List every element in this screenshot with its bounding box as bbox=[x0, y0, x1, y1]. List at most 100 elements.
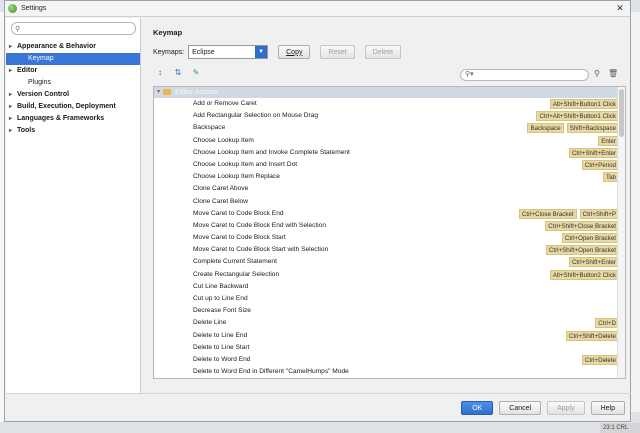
reset-button[interactable]: Reset bbox=[320, 45, 355, 59]
chevron-down-icon[interactable]: ▾ bbox=[157, 87, 160, 98]
action-row[interactable]: Choose Lookup Item Enter bbox=[154, 135, 625, 147]
action-name: Clone Caret Above bbox=[193, 185, 249, 193]
edit-pencil-icon[interactable]: ✎ bbox=[191, 68, 201, 78]
sidebar-item-keymap[interactable]: Keymap bbox=[6, 53, 140, 65]
action-row[interactable]: Delete to Line End Ctrl+Shift+Delete bbox=[154, 330, 625, 342]
action-rows: Add or Remove Caret Alt+Shift+Button1 Cli… bbox=[154, 98, 625, 378]
action-row[interactable]: Move Caret to Code Block End with Select… bbox=[154, 220, 625, 232]
shortcut-list: Ctrl+Shift+Enter bbox=[568, 257, 619, 268]
sidebar-item-tools[interactable]: ▸ Tools bbox=[6, 125, 140, 137]
action-row[interactable]: Cut Line Backward bbox=[154, 281, 625, 293]
action-name: Move Caret to Code Block Start bbox=[193, 234, 286, 242]
folder-icon bbox=[163, 89, 171, 95]
sidebar-item-plugins[interactable]: Plugins bbox=[6, 77, 140, 89]
app-icon bbox=[8, 4, 17, 13]
chevron-down-icon[interactable]: ▼ bbox=[255, 46, 268, 58]
action-row[interactable]: Cut up to Line End bbox=[154, 293, 625, 305]
settings-dialog: Settings ✕ ⚲ ▸ Appearance & Behavior Keyma… bbox=[4, 0, 631, 422]
scrollbar-thumb[interactable] bbox=[619, 89, 624, 137]
trash-icon[interactable]: 🗑 bbox=[608, 69, 618, 78]
ok-button[interactable]: OK bbox=[461, 401, 494, 415]
action-name: Choose Lookup Item bbox=[193, 136, 254, 144]
action-search-input[interactable]: ⚲▾ bbox=[460, 69, 589, 81]
keymap-toolbar: ↕ ⇅ ✎ bbox=[155, 68, 201, 78]
shortcut-badge: Shift+Backspace bbox=[566, 123, 619, 134]
shortcut-badge: Alt+Shift+Button1 Click bbox=[549, 99, 619, 109]
help-button[interactable]: Help bbox=[590, 401, 625, 415]
action-row[interactable]: Delete to Line Start bbox=[154, 342, 625, 354]
delete-button[interactable]: Delete bbox=[364, 45, 401, 59]
action-name: Move Caret to Code Block Start with Sele… bbox=[193, 246, 329, 254]
settings-sidebar: ⚲ ▸ Appearance & Behavior Keymap ▸ Editor Plu… bbox=[6, 18, 141, 393]
action-row[interactable]: Move Caret to Code Block Start Ctrl+Open … bbox=[154, 232, 625, 244]
shortcut-list: Ctrl+Delete bbox=[581, 354, 619, 365]
action-row[interactable]: Move Caret to Code Block End Ctrl+Close B… bbox=[154, 208, 625, 220]
title-bar: Settings ✕ bbox=[5, 1, 630, 17]
action-list: ▾ Editor Actions Add or Remove Caret Alt+… bbox=[153, 86, 626, 379]
delete-label: Delete bbox=[372, 48, 393, 56]
shortcut-list: Alt+Shift+Button2 Click bbox=[549, 269, 619, 280]
shortcut-badge: Ctrl+Delete bbox=[581, 354, 619, 365]
chevron-right-icon[interactable]: ▸ bbox=[9, 89, 12, 101]
chevron-right-icon[interactable]: ▸ bbox=[9, 65, 12, 77]
expand-all-icon[interactable]: ↕ bbox=[155, 68, 165, 78]
shortcut-badge: Enter bbox=[598, 135, 619, 146]
sidebar-item-version-control[interactable]: ▸ Version Control bbox=[6, 89, 140, 101]
cancel-button[interactable]: Cancel bbox=[499, 401, 542, 415]
settings-search[interactable]: ⚲ bbox=[11, 22, 136, 35]
action-row[interactable]: Create Rectangular Selection Alt+Shift+Bu… bbox=[154, 269, 625, 281]
shortcut-list: Ctrl+Shift+Open Bracket bbox=[545, 245, 619, 256]
collapse-all-icon[interactable]: ⇅ bbox=[173, 68, 183, 78]
window-title: Settings bbox=[21, 5, 47, 12]
dialog-footer: OK Cancel Apply Help bbox=[6, 393, 631, 422]
chevron-right-icon[interactable]: ▸ bbox=[9, 101, 12, 113]
keymap-select-value: Eclipse bbox=[192, 48, 215, 56]
action-name: Move Caret to Code Block End bbox=[193, 209, 284, 217]
action-row[interactable]: Add Rectangular Selection on Mouse Drag C… bbox=[154, 110, 625, 122]
action-name: Complete Current Statement bbox=[193, 258, 277, 266]
action-row[interactable]: Delete to Word End in Different "CamelHu… bbox=[154, 366, 625, 378]
action-row[interactable]: Decrease Font Size bbox=[154, 305, 625, 317]
sidebar-item-appearance-behavior[interactable]: ▸ Appearance & Behavior bbox=[6, 41, 140, 53]
action-row[interactable]: Choose Lookup Item and Insert Dot Ctrl+Pe… bbox=[154, 159, 625, 171]
shortcut-list: Ctrl+Close Bracket Ctrl+Shift+P bbox=[518, 208, 619, 219]
chevron-right-icon[interactable]: ▸ bbox=[9, 113, 12, 125]
chevron-right-icon[interactable]: ▸ bbox=[9, 41, 12, 53]
action-name: Add or Remove Caret bbox=[193, 100, 257, 107]
action-list-scrollbar[interactable] bbox=[617, 87, 625, 378]
action-row[interactable]: Move Caret to Code Block Start with Sele… bbox=[154, 244, 625, 256]
keymap-select[interactable]: Eclipse ▼ bbox=[188, 45, 269, 59]
action-row[interactable]: Add or Remove Caret Alt+Shift+Button1 Cli… bbox=[154, 98, 625, 110]
action-row[interactable]: Backspace Backspace Shift+Backspace bbox=[154, 122, 625, 134]
action-name: Choose Lookup Item Replace bbox=[193, 173, 280, 181]
sidebar-item-build-execution-deployment[interactable]: ▸ Build, Execution, Deployment bbox=[6, 101, 140, 113]
action-row[interactable]: Complete Current Statement Ctrl+Shift+Ent… bbox=[154, 256, 625, 268]
shortcut-list: Enter bbox=[598, 135, 619, 146]
action-row[interactable]: Delete Line Ctrl+D bbox=[154, 317, 625, 329]
action-name: Clone Caret Below bbox=[193, 197, 248, 205]
sidebar-item-editor[interactable]: ▸ Editor bbox=[6, 65, 140, 77]
sidebar-item-label: Editor bbox=[17, 67, 38, 74]
shortcut-badge: Ctrl+Shift+Open Bracket bbox=[545, 245, 619, 256]
action-name: Add Rectangular Selection on Mouse Drag bbox=[193, 112, 318, 120]
group-label: Editor Actions bbox=[175, 89, 218, 96]
find-by-shortcut-icon[interactable]: ⚲ bbox=[594, 69, 600, 78]
action-name: Decrease Font Size bbox=[193, 307, 251, 315]
action-row[interactable]: Choose Lookup Item Replace Tab bbox=[154, 171, 625, 183]
action-name: Backspace bbox=[193, 124, 226, 132]
sidebar-item-languages-frameworks[interactable]: ▸ Languages & Frameworks bbox=[6, 113, 140, 125]
action-row[interactable]: Clone Caret Below bbox=[154, 196, 625, 208]
group-row-editor-actions[interactable]: ▾ Editor Actions bbox=[154, 87, 625, 98]
action-row[interactable]: Delete to Word End Ctrl+Delete bbox=[154, 354, 625, 366]
shortcut-list: Ctrl+D bbox=[595, 318, 619, 329]
action-row[interactable]: Choose Lookup Item and Invoke Complete S… bbox=[154, 147, 625, 159]
action-row[interactable]: Clone Caret Above bbox=[154, 183, 625, 195]
close-icon[interactable]: ✕ bbox=[613, 2, 627, 14]
copy-button[interactable]: Copy bbox=[278, 45, 311, 59]
shortcut-badge: Ctrl+Close Bracket bbox=[518, 208, 577, 219]
sidebar-item-label: Languages & Frameworks bbox=[17, 115, 105, 122]
apply-button[interactable]: Apply bbox=[547, 401, 585, 415]
settings-search-input[interactable] bbox=[25, 25, 125, 32]
chevron-right-icon[interactable]: ▸ bbox=[9, 125, 12, 137]
action-name: Delete Line bbox=[193, 319, 227, 327]
